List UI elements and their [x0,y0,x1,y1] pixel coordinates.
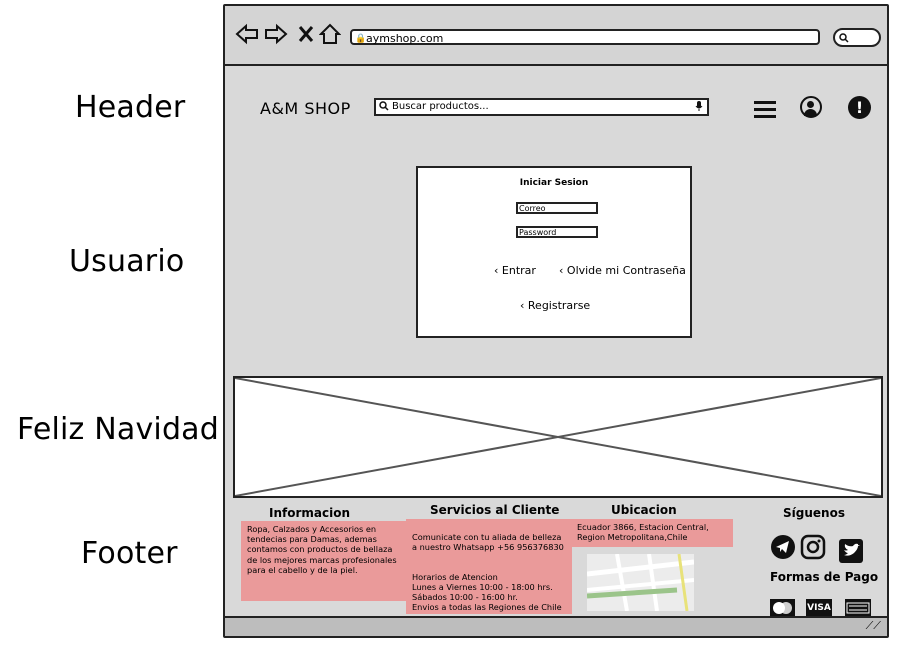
instagram-icon[interactable] [800,534,826,560]
close-icon[interactable] [297,23,315,50]
footer-service-box: Comunicate con tu aliada de belleza a nu… [406,519,572,614]
login-title: Iniciar Sesion [519,178,589,188]
product-search-input[interactable]: Buscar productos... [374,98,709,116]
label-feliz-navidad: Feliz Navidad [17,412,220,447]
label-usuario: Usuario [69,244,185,279]
forward-arrow-icon[interactable] [264,23,288,50]
url-text: aymshop.com [366,32,444,45]
enter-link[interactable]: ‹ Entrar [494,264,536,277]
visa-icon: VISA [806,599,832,617]
label-footer: Footer [81,536,178,571]
resize-handle-icon[interactable]: ⟋⟋ [866,619,881,633]
browser-chrome: 🔒 aymshop.com [225,6,887,66]
back-arrow-icon[interactable] [235,23,259,50]
search-icon [379,100,389,117]
forgot-password-link[interactable]: ‹ Olvide mi Contraseña [559,264,686,277]
url-bar[interactable]: 🔒 aymshop.com [350,29,820,45]
label-header: Header [75,90,186,125]
image-placeholder-icon [235,378,881,496]
search-icon [839,30,849,48]
footer-location-title: Ubicacion [611,503,677,517]
chevron-left-icon: ‹ [520,299,525,312]
chevron-left-icon: ‹ [494,264,499,277]
chevron-left-icon: ‹ [559,264,564,277]
footer-info-title: Informacion [269,506,351,520]
lock-icon: 🔒 [355,34,367,44]
forgot-label: Olvide mi Contraseña [566,264,686,277]
footer-social-title: Síguenos [783,506,845,520]
footer-service-title: Servicios al Cliente [430,503,560,517]
telegram-icon[interactable] [770,534,796,560]
footer-location-text: Ecuador 3866, Estacion Central, Region M… [571,519,733,547]
shop-logo[interactable]: A&M SHOP [260,99,351,118]
browser-search-button[interactable] [833,28,881,47]
browser-status-bar: ⟋⟋ [225,616,887,636]
register-link[interactable]: ‹ Registrarse [520,299,590,312]
map-icon [587,554,694,611]
alert-icon[interactable]: ! [848,96,871,119]
user-account-icon[interactable] [800,96,822,118]
footer-payment-title: Formas de Pago [770,570,879,584]
christmas-banner-image [233,376,883,498]
service-hours: Horarios de Atencion Lunes a Viernes 10:… [412,571,562,613]
service-contact: Comunicate con tu aliada de belleza a nu… [412,532,564,553]
search-placeholder: Buscar productos... [392,101,489,112]
mastercard-icon [770,599,795,617]
footer-info-text: Ropa, Calzados y Accesorios en tendecias… [241,521,406,601]
email-field[interactable]: Correo [516,202,598,214]
home-icon[interactable] [318,23,342,50]
password-field[interactable]: Password [516,226,598,238]
location-map[interactable] [587,554,694,611]
register-label: Registrarse [527,299,591,312]
login-panel: Iniciar Sesion Correo Password ‹ Entrar … [416,166,692,338]
twitter-icon[interactable] [839,539,865,565]
enter-label: Entrar [501,264,536,277]
menu-icon[interactable] [752,97,778,123]
browser-window: 🔒 aymshop.com A&M SHOP Buscar productos.… [223,4,889,638]
american-express-icon [845,599,871,617]
microphone-icon[interactable] [695,100,703,117]
